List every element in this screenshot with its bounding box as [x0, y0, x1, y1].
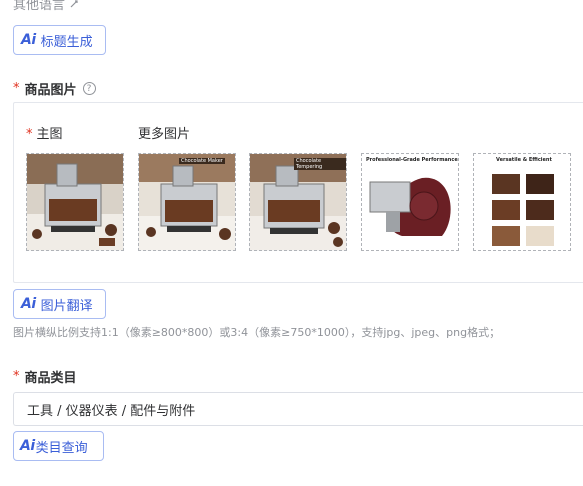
image-translate-label: 图片翻译 — [40, 298, 93, 314]
more-image-thumb-1[interactable]: Chocolate Maker — [138, 153, 236, 251]
thumb-caption: Chocolate Maker — [179, 158, 225, 164]
main-image-label: * 主图 — [26, 123, 63, 142]
more-image-thumb-4[interactable]: Versatile & Efficient — [473, 153, 571, 251]
thumb-caption: Chocolate Tempering — [294, 158, 346, 170]
category-select[interactable]: 工具 / 仪器仪表 / 配件与附件 — [13, 392, 583, 426]
required-asterisk: * — [13, 369, 20, 384]
category-query-label: 类目查询 — [35, 440, 88, 456]
more-image-thumb-2[interactable]: Chocolate Tempering — [249, 153, 347, 251]
more-images-label: 更多图片 — [138, 127, 191, 142]
required-asterisk: * — [26, 127, 33, 142]
category-value: 工具 / 仪器仪表 / 配件与附件 — [27, 403, 196, 419]
category-label: * 商品类目 — [13, 367, 77, 386]
help-icon[interactable]: ? — [82, 82, 96, 95]
required-asterisk: * — [13, 81, 20, 96]
more-image-thumb-3[interactable]: Professional-Grade Performance — [361, 153, 459, 251]
ai-icon: Ai — [21, 32, 36, 48]
product-images-label: * 商品图片 ? — [13, 79, 96, 98]
ai-icon: Ai — [21, 296, 36, 312]
product-images-title: 商品图片 — [24, 83, 77, 98]
category-query-button[interactable]: Ai 类目查询 — [13, 431, 104, 461]
image-format-hint: 图片横纵比例支持1:1（像素≥800*800）或3:4（像素≥750*1000）… — [13, 326, 501, 339]
other-languages-link[interactable]: 其他语言 — [13, 0, 79, 13]
ai-icon: Ai — [20, 438, 35, 454]
image-translate-button[interactable]: Ai 图片翻译 — [13, 289, 106, 319]
main-image-label-text: 主图 — [36, 127, 63, 142]
other-languages-label: 其他语言 — [13, 0, 66, 13]
category-title: 商品类目 — [24, 371, 77, 386]
main-image-thumb[interactable] — [26, 153, 124, 251]
title-generate-button[interactable]: Ai 标题生成 — [13, 25, 106, 55]
title-generate-label: 标题生成 — [40, 34, 93, 50]
edit-icon — [69, 0, 79, 8]
thumb-caption: Versatile & Efficient — [496, 157, 552, 163]
thumb-caption: Professional-Grade Performance — [366, 157, 458, 163]
